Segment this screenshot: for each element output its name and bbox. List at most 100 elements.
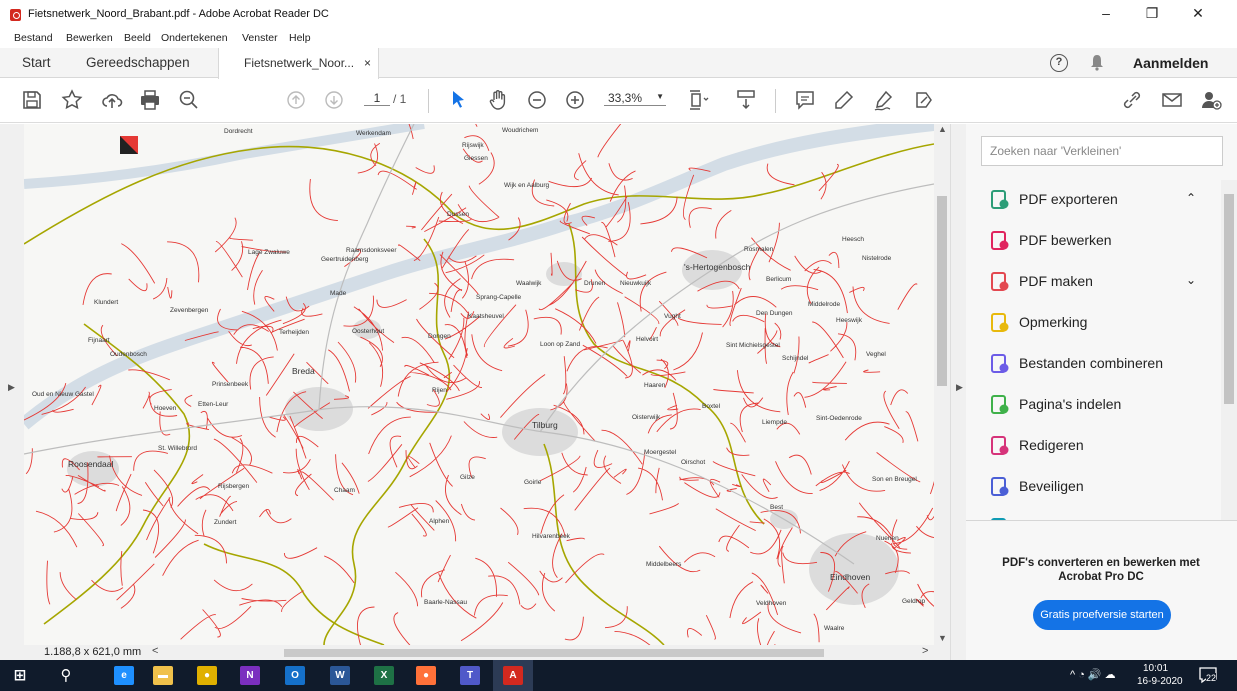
cycle-routes (24, 124, 934, 645)
tools-scroll-thumb[interactable] (1224, 194, 1234, 404)
expand-left-pane-icon[interactable]: ▶ (8, 382, 15, 393)
scroll-up-icon[interactable]: ▲ (938, 124, 947, 134)
zoom-level-select[interactable]: 33,3% ▼ (604, 91, 666, 106)
print-icon[interactable] (138, 88, 162, 112)
tool-item[interactable]: PDF's vergelijken (966, 508, 1221, 520)
edge-taskbar-button[interactable]: e (104, 660, 144, 691)
cloud-upload-icon[interactable] (100, 88, 124, 112)
menu-venster[interactable]: Venster (242, 32, 278, 44)
tab-tools[interactable]: Gereedschappen (86, 48, 190, 78)
vertical-scrollbar[interactable]: ▲ ▼ (934, 124, 950, 645)
windows-start-taskbar-button[interactable]: ⊞ (0, 660, 40, 691)
menu-help[interactable]: Help (289, 32, 311, 44)
acrobat-taskbar-button[interactable]: A (493, 660, 533, 691)
chrome-taskbar-button[interactable]: ● (187, 660, 227, 691)
tool-item-label: Pagina's indelen (1019, 396, 1122, 412)
tool-item[interactable]: PDF exporteren ⌃ (966, 180, 1221, 220)
chevron-up-icon[interactable]: ⌃ (1186, 191, 1196, 205)
tab-close-icon[interactable]: × (364, 48, 371, 78)
chevron-down-icon[interactable]: ⌄ (1186, 273, 1196, 287)
tool-item[interactable]: Pagina's indelen (966, 385, 1221, 425)
tool-item[interactable]: PDF bewerken (966, 221, 1221, 261)
share-link-icon[interactable] (1120, 88, 1144, 112)
zoom-search-icon[interactable] (177, 88, 201, 112)
promo-text: PDF's converteren en bewerken met Acroba… (1002, 557, 1200, 583)
scroll-left-icon[interactable]: < (152, 645, 158, 657)
toolbar-divider (428, 89, 429, 113)
tools-scrollbar[interactable] (1221, 180, 1237, 520)
clock-date[interactable]: 16-9-2020 (1137, 676, 1183, 687)
tool-item[interactable]: Opmerking (966, 303, 1221, 343)
save-icon[interactable] (20, 88, 44, 112)
hand-tool-icon[interactable] (486, 88, 510, 112)
place-label: Raamsdonksveer (346, 247, 397, 254)
tool-item[interactable]: PDF maken ⌄ (966, 262, 1221, 302)
outlook-taskbar-button[interactable]: O (275, 660, 315, 691)
start-trial-button[interactable]: Gratis proefversie starten (1033, 600, 1171, 630)
signin-button[interactable]: Aanmelden (1133, 55, 1208, 71)
tab-document[interactable]: Fietsnetwerk_Noor... × (218, 48, 379, 79)
menu-bewerken[interactable]: Bewerken (66, 32, 113, 44)
toolbar-divider (775, 89, 776, 113)
tool-item-label: PDF exporteren (1019, 191, 1118, 207)
place-label: Geertruidenberg (321, 256, 369, 263)
onenote-icon: N (240, 666, 260, 685)
cycling-network-map: Dordrecht Werkendam Woudrichem Rijswijk Gies… (24, 124, 934, 645)
select-cursor-icon[interactable] (446, 88, 470, 112)
tool-item-label: Opmerking (1019, 314, 1088, 330)
onenote-taskbar-button[interactable]: N (230, 660, 270, 691)
excel-taskbar-button[interactable]: X (364, 660, 404, 691)
tab-document-label: Fietsnetwerk_Noor... (244, 56, 355, 70)
menu-ondertekenen[interactable]: Ondertekenen (161, 32, 228, 44)
scroll-right-icon[interactable]: > (922, 645, 928, 657)
place-label: Boxtel (702, 403, 721, 410)
page-number-input[interactable]: 1 (364, 91, 390, 106)
tools-search-input[interactable]: Zoeken naar 'Verkleinen' (981, 136, 1223, 166)
word-taskbar-button[interactable]: W (320, 660, 360, 691)
sign-icon[interactable] (872, 88, 896, 112)
clock-time[interactable]: 10:01 (1143, 663, 1168, 674)
bookmark-star-icon[interactable] (60, 88, 84, 112)
pdf-page-map[interactable]: Dordrecht Werkendam Woudrichem Rijswijk Gies… (24, 124, 934, 645)
comment-icon[interactable] (793, 88, 817, 112)
minimize-button[interactable]: – (1084, 5, 1128, 25)
menu-beeld[interactable]: Beeld (124, 32, 151, 44)
zoom-out-icon[interactable] (525, 88, 549, 112)
restore-button[interactable]: ❐ (1130, 5, 1174, 25)
document-area: ▶ Dordrecht Werkendam Woudrichem Rijswij… (0, 124, 966, 660)
place-label: Klundert (94, 299, 118, 306)
notification-center-icon[interactable]: 22 (1198, 666, 1218, 684)
close-button[interactable]: ✕ (1176, 5, 1220, 25)
file-explorer-taskbar-button[interactable]: ▬ (143, 660, 183, 691)
place-label: Waalre (824, 625, 845, 632)
menu-bestand[interactable]: Bestand (14, 32, 53, 44)
help-button[interactable]: ? (1050, 54, 1068, 72)
tool-item[interactable]: Redigeren (966, 426, 1221, 466)
place-label: Rijsbergen (218, 483, 249, 490)
collapse-right-pane-icon[interactable]: ▶ (956, 382, 963, 393)
place-label: Sprang-Capelle (476, 294, 522, 301)
vertical-scroll-thumb[interactable] (937, 196, 947, 386)
teams-taskbar-button[interactable]: T (450, 660, 490, 691)
page-fit-icon[interactable] (686, 88, 710, 112)
place-label: Son en Breugel (872, 476, 917, 483)
previous-page-icon[interactable] (284, 88, 308, 112)
title-bar: Fietsnetwerk_Noord_Brabant.pdf - Adobe A… (0, 0, 1237, 30)
scroll-down-icon[interactable]: ▼ (938, 633, 947, 643)
next-page-icon[interactable] (322, 88, 346, 112)
zoom-in-icon[interactable] (563, 88, 587, 112)
bell-icon[interactable] (1090, 54, 1104, 71)
horizontal-scroll-thumb[interactable] (284, 649, 824, 657)
highlight-pen-icon[interactable] (832, 88, 856, 112)
tool-item[interactable]: Beveiligen (966, 467, 1221, 507)
chrome-icon: ● (197, 666, 217, 685)
fill-sign-icon[interactable] (912, 88, 936, 112)
tab-start[interactable]: Start (22, 48, 51, 78)
search-taskbar-button[interactable]: ⚲ (46, 660, 86, 691)
email-icon[interactable] (1160, 88, 1184, 112)
scroll-mode-icon[interactable] (734, 88, 758, 112)
firefox-taskbar-button[interactable]: ● (406, 660, 446, 691)
right-pane-divider: ▶ (950, 124, 966, 660)
add-user-icon[interactable] (1199, 88, 1223, 112)
tool-item[interactable]: Bestanden combineren (966, 344, 1221, 384)
